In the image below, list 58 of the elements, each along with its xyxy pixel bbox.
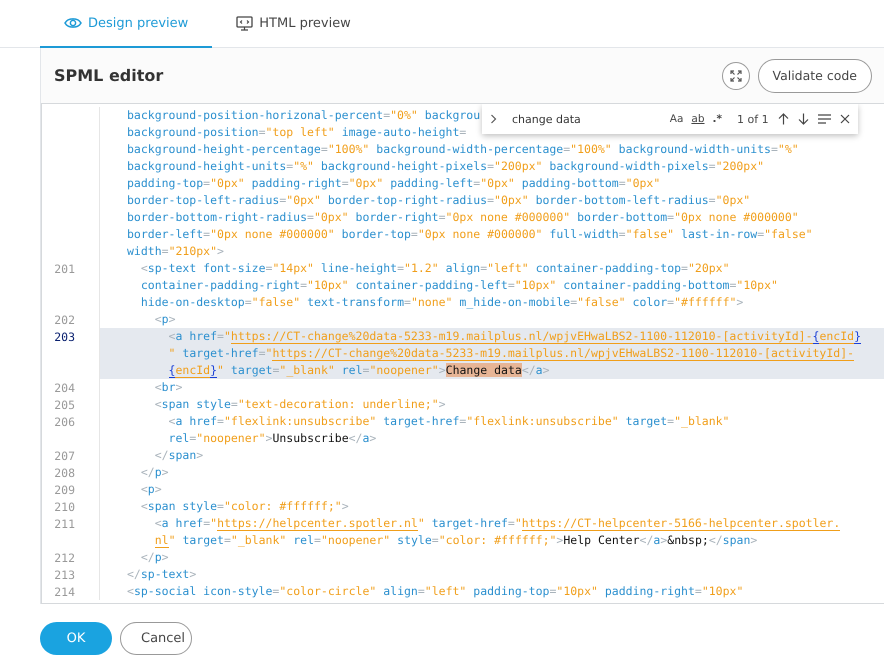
- line-number: 207: [54, 448, 75, 462]
- find-option[interactable]: Aa: [670, 113, 684, 125]
- line-number: 209: [54, 482, 75, 496]
- code-line: <br>: [154, 379, 182, 396]
- code-line: background-height-units="%" background-height-pixels="200px" background-width-pixels="200px": [126, 158, 764, 175]
- code-line: <span style="text-decoration: underline;">: [154, 396, 446, 413]
- line-number: 208: [54, 466, 75, 480]
- code-line: <sp-social icon-style="color-circle" align="left" padding-top="10px" padding-right="10px": [126, 583, 744, 600]
- line-number: 205: [54, 398, 75, 412]
- line-number: 210: [54, 500, 75, 514]
- code-line: </p>: [140, 549, 169, 566]
- line-number: 202: [54, 312, 75, 326]
- line-number: 201: [54, 262, 75, 276]
- line-number: 214: [54, 584, 75, 598]
- code-line: <span style="color: #ffffff;">: [140, 498, 349, 515]
- cancel-button[interactable]: Cancel: [120, 622, 192, 654]
- close-icon[interactable]: [840, 114, 850, 124]
- code-line: background-position="top left" image-auto-height=: [126, 124, 466, 141]
- line-number: 212: [54, 550, 75, 564]
- expand-icon: [730, 70, 742, 82]
- code-line: </span>: [154, 447, 204, 464]
- code-line: padding-top="0px" padding-right="0px" padding-left="0px" padding-bottom="0px": [126, 175, 660, 192]
- code-line: border-left="0px none #000000" border-top="0px none #000000" full-width="false" last-in-row="false": [126, 226, 813, 243]
- code-line: </p>: [140, 464, 169, 481]
- validate-button[interactable]: Validate code: [758, 58, 872, 92]
- arrow-up-icon[interactable]: [778, 113, 789, 125]
- line-number: 206: [54, 414, 75, 428]
- code-line: hide-on-desktop="false" text-transform="none" m_hide-on-mobile="false" color="#ffffff">: [140, 294, 744, 311]
- match-count: 1 of 1: [737, 112, 769, 126]
- preview-tab[interactable]: HTML preview: [212, 0, 375, 48]
- lines-icon[interactable]: [818, 114, 831, 124]
- chevron-icon[interactable]: [490, 114, 497, 124]
- editor-title: SPML editor: [54, 66, 164, 85]
- line-number: 211: [54, 516, 75, 530]
- code-line: border-top-left-radius="0px" border-top-right-radius="0px" border-bottom-left-radius="0px": [126, 192, 750, 209]
- code-line: container-padding-right="10px" container-padding-left="10px" container-padding-bottom="10px": [140, 277, 778, 294]
- code-line: <p>: [154, 311, 176, 328]
- find-option[interactable]: .*: [712, 113, 722, 125]
- line-number: 213: [54, 568, 75, 582]
- find-option[interactable]: ab: [691, 113, 705, 125]
- code-line: </sp-text>: [126, 566, 196, 583]
- code-line: background-height-percentage="100%" background-width-percentage="100%" background-width-units="%": [126, 141, 799, 158]
- find-field[interactable]: change data Aa ab .*: [506, 108, 728, 130]
- code-line: rel="noopener">Unsubscribe</a>: [168, 430, 376, 447]
- code-line: border-bottom-right-radius="0px" border-right="0px none #000000" border-bottom="0px none #000000": [126, 209, 799, 226]
- code-line: width="210px">: [126, 243, 224, 260]
- line-number: 204: [54, 380, 75, 394]
- code-line: background-position-horizonal-percent="0%" backgrou: [126, 107, 480, 124]
- monitor-icon: [236, 16, 254, 30]
- code-line: <a href="https://helpcenter.spotler.nl" target-href="https://CT-helpcenter-5166-helpcenter.spotler.: [154, 515, 840, 532]
- fullscreen-button[interactable]: [722, 62, 750, 90]
- code-line: <a href="flexlink:unsubscribe" target-href="flexlink:unsubscribe" target="_blank": [168, 413, 730, 430]
- code-line: <p>: [140, 481, 162, 498]
- line-number: 203: [54, 330, 75, 344]
- arrow-down-icon[interactable]: [798, 113, 809, 125]
- eye-icon: [64, 17, 82, 29]
- code-line: <sp-text font-size="14px" line-height="1.2" align="left" container-padding-top="20px": [140, 260, 730, 277]
- code-line: nl" target="_blank" rel="noopener" style="color: #ffffff;">Help Center</a>&nbsp;</span>: [154, 532, 758, 549]
